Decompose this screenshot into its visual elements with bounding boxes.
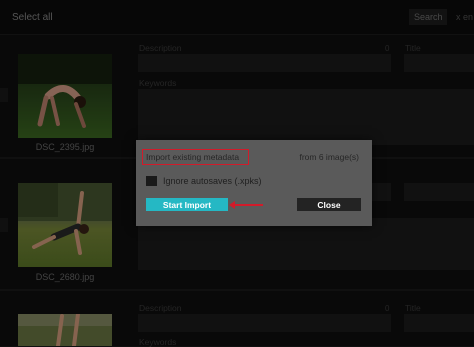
title-highlight-box [142, 149, 249, 165]
ignore-autosaves-label[interactable]: Ignore autosaves (.xpks) [163, 176, 262, 186]
start-import-button[interactable]: Start Import [146, 198, 228, 211]
arrow-left-icon [229, 201, 263, 209]
ignore-autosaves-checkbox[interactable] [146, 176, 157, 186]
close-button[interactable]: Close [297, 198, 361, 211]
image-count-text: from 6 image(s) [299, 152, 359, 162]
import-metadata-dialog: Import existing metadata from 6 image(s)… [136, 140, 372, 226]
